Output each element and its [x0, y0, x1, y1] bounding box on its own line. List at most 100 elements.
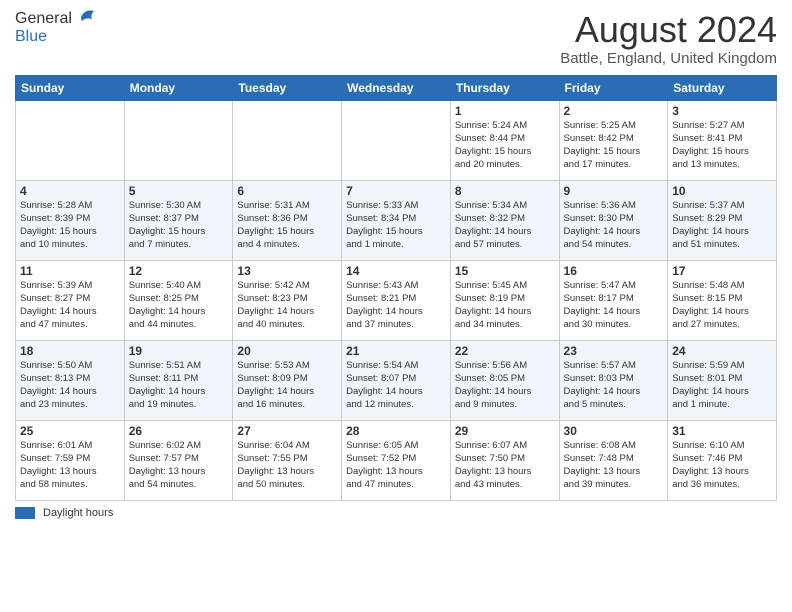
day-number: 16: [564, 264, 664, 278]
calendar-cell: [342, 100, 451, 180]
day-info: Sunrise: 5:50 AMSunset: 8:13 PMDaylight:…: [20, 359, 120, 412]
day-number: 8: [455, 184, 555, 198]
day-info: Sunrise: 5:57 AMSunset: 8:03 PMDaylight:…: [564, 359, 664, 412]
day-number: 28: [346, 424, 446, 438]
day-info: Sunrise: 5:56 AMSunset: 8:05 PMDaylight:…: [455, 359, 555, 412]
day-info: Sunrise: 5:53 AMSunset: 8:09 PMDaylight:…: [237, 359, 337, 412]
calendar-cell: 1Sunrise: 5:24 AMSunset: 8:44 PMDaylight…: [450, 100, 559, 180]
footer: Daylight hours: [15, 507, 777, 519]
legend-box: [15, 507, 35, 519]
calendar-cell: 21Sunrise: 5:54 AMSunset: 8:07 PMDayligh…: [342, 340, 451, 420]
day-number: 14: [346, 264, 446, 278]
calendar-cell: 19Sunrise: 5:51 AMSunset: 8:11 PMDayligh…: [124, 340, 233, 420]
day-info: Sunrise: 5:36 AMSunset: 8:30 PMDaylight:…: [564, 199, 664, 252]
day-info: Sunrise: 5:39 AMSunset: 8:27 PMDaylight:…: [20, 279, 120, 332]
day-info: Sunrise: 5:51 AMSunset: 8:11 PMDaylight:…: [129, 359, 229, 412]
calendar-day-header: Thursday: [450, 75, 559, 100]
calendar-cell: 9Sunrise: 5:36 AMSunset: 8:30 PMDaylight…: [559, 180, 668, 260]
day-info: Sunrise: 5:48 AMSunset: 8:15 PMDaylight:…: [672, 279, 772, 332]
calendar-day-header: Sunday: [16, 75, 125, 100]
day-number: 26: [129, 424, 229, 438]
calendar-cell: 29Sunrise: 6:07 AMSunset: 7:50 PMDayligh…: [450, 420, 559, 500]
day-info: Sunrise: 6:10 AMSunset: 7:46 PMDaylight:…: [672, 439, 772, 492]
day-info: Sunrise: 6:02 AMSunset: 7:57 PMDaylight:…: [129, 439, 229, 492]
calendar-day-header: Friday: [559, 75, 668, 100]
calendar-cell: [16, 100, 125, 180]
calendar-cell: 7Sunrise: 5:33 AMSunset: 8:34 PMDaylight…: [342, 180, 451, 260]
calendar-cell: 10Sunrise: 5:37 AMSunset: 8:29 PMDayligh…: [668, 180, 777, 260]
day-info: Sunrise: 5:27 AMSunset: 8:41 PMDaylight:…: [672, 119, 772, 172]
page: General Blue August 2024 Battle, England…: [0, 0, 792, 612]
logo-blue: Blue: [15, 28, 47, 45]
calendar-day-header: Saturday: [668, 75, 777, 100]
logo-general: General: [15, 10, 72, 27]
calendar-cell: [124, 100, 233, 180]
day-info: Sunrise: 6:01 AMSunset: 7:59 PMDaylight:…: [20, 439, 120, 492]
logo: General Blue: [15, 10, 98, 46]
day-number: 3: [672, 104, 772, 118]
calendar-cell: 8Sunrise: 5:34 AMSunset: 8:32 PMDaylight…: [450, 180, 559, 260]
day-number: 24: [672, 344, 772, 358]
day-info: Sunrise: 6:05 AMSunset: 7:52 PMDaylight:…: [346, 439, 446, 492]
day-number: 13: [237, 264, 337, 278]
calendar-day-header: Monday: [124, 75, 233, 100]
day-number: 30: [564, 424, 664, 438]
title-block: August 2024 Battle, England, United King…: [560, 10, 777, 67]
day-number: 12: [129, 264, 229, 278]
day-info: Sunrise: 5:33 AMSunset: 8:34 PMDaylight:…: [346, 199, 446, 252]
day-number: 31: [672, 424, 772, 438]
day-number: 4: [20, 184, 120, 198]
calendar-cell: 23Sunrise: 5:57 AMSunset: 8:03 PMDayligh…: [559, 340, 668, 420]
day-info: Sunrise: 5:34 AMSunset: 8:32 PMDaylight:…: [455, 199, 555, 252]
day-number: 18: [20, 344, 120, 358]
day-info: Sunrise: 5:43 AMSunset: 8:21 PMDaylight:…: [346, 279, 446, 332]
day-info: Sunrise: 5:47 AMSunset: 8:17 PMDaylight:…: [564, 279, 664, 332]
calendar-cell: 28Sunrise: 6:05 AMSunset: 7:52 PMDayligh…: [342, 420, 451, 500]
day-number: 15: [455, 264, 555, 278]
day-number: 23: [564, 344, 664, 358]
day-info: Sunrise: 5:31 AMSunset: 8:36 PMDaylight:…: [237, 199, 337, 252]
day-number: 7: [346, 184, 446, 198]
day-info: Sunrise: 5:24 AMSunset: 8:44 PMDaylight:…: [455, 119, 555, 172]
day-number: 19: [129, 344, 229, 358]
calendar-cell: 25Sunrise: 6:01 AMSunset: 7:59 PMDayligh…: [16, 420, 125, 500]
day-info: Sunrise: 5:30 AMSunset: 8:37 PMDaylight:…: [129, 199, 229, 252]
header: General Blue August 2024 Battle, England…: [15, 10, 777, 67]
day-number: 9: [564, 184, 664, 198]
calendar-cell: 20Sunrise: 5:53 AMSunset: 8:09 PMDayligh…: [233, 340, 342, 420]
day-info: Sunrise: 5:40 AMSunset: 8:25 PMDaylight:…: [129, 279, 229, 332]
day-info: Sunrise: 6:07 AMSunset: 7:50 PMDaylight:…: [455, 439, 555, 492]
day-number: 22: [455, 344, 555, 358]
day-info: Sunrise: 6:08 AMSunset: 7:48 PMDaylight:…: [564, 439, 664, 492]
day-number: 10: [672, 184, 772, 198]
day-number: 6: [237, 184, 337, 198]
calendar-cell: 26Sunrise: 6:02 AMSunset: 7:57 PMDayligh…: [124, 420, 233, 500]
day-info: Sunrise: 5:28 AMSunset: 8:39 PMDaylight:…: [20, 199, 120, 252]
calendar-week-row: 11Sunrise: 5:39 AMSunset: 8:27 PMDayligh…: [16, 260, 777, 340]
day-info: Sunrise: 6:04 AMSunset: 7:55 PMDaylight:…: [237, 439, 337, 492]
calendar-cell: 24Sunrise: 5:59 AMSunset: 8:01 PMDayligh…: [668, 340, 777, 420]
day-number: 21: [346, 344, 446, 358]
day-number: 11: [20, 264, 120, 278]
day-info: Sunrise: 5:54 AMSunset: 8:07 PMDaylight:…: [346, 359, 446, 412]
calendar-header-row: SundayMondayTuesdayWednesdayThursdayFrid…: [16, 75, 777, 100]
calendar-cell: [233, 100, 342, 180]
sub-title: Battle, England, United Kingdom: [560, 50, 777, 67]
calendar-cell: 12Sunrise: 5:40 AMSunset: 8:25 PMDayligh…: [124, 260, 233, 340]
day-number: 27: [237, 424, 337, 438]
logo-bird-icon: [76, 7, 98, 35]
day-number: 17: [672, 264, 772, 278]
calendar-week-row: 25Sunrise: 6:01 AMSunset: 7:59 PMDayligh…: [16, 420, 777, 500]
day-number: 29: [455, 424, 555, 438]
legend-text: Daylight hours: [43, 507, 113, 519]
calendar-week-row: 1Sunrise: 5:24 AMSunset: 8:44 PMDaylight…: [16, 100, 777, 180]
calendar-cell: 6Sunrise: 5:31 AMSunset: 8:36 PMDaylight…: [233, 180, 342, 260]
calendar-cell: 11Sunrise: 5:39 AMSunset: 8:27 PMDayligh…: [16, 260, 125, 340]
day-number: 1: [455, 104, 555, 118]
calendar-week-row: 18Sunrise: 5:50 AMSunset: 8:13 PMDayligh…: [16, 340, 777, 420]
day-number: 25: [20, 424, 120, 438]
calendar-cell: 15Sunrise: 5:45 AMSunset: 8:19 PMDayligh…: [450, 260, 559, 340]
calendar-cell: 31Sunrise: 6:10 AMSunset: 7:46 PMDayligh…: [668, 420, 777, 500]
calendar-cell: 14Sunrise: 5:43 AMSunset: 8:21 PMDayligh…: [342, 260, 451, 340]
logo-text: General Blue: [15, 10, 72, 46]
